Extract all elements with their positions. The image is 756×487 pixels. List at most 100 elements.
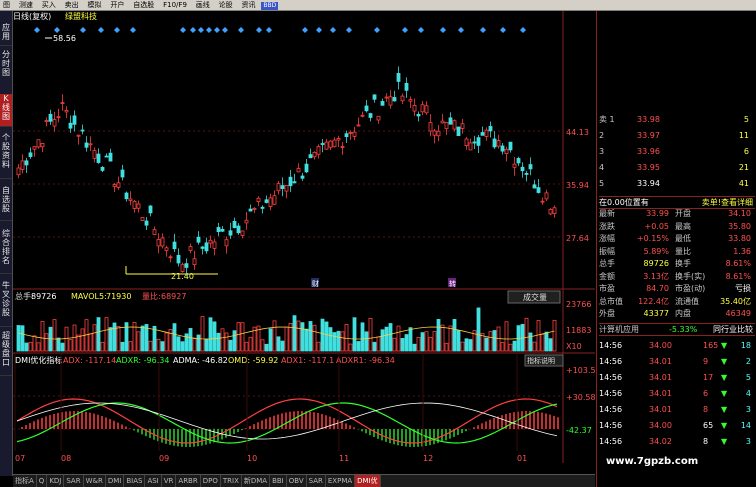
sidebar-item-stock-info[interactable]: 个股资料 (0, 133, 12, 179)
indicator-tab[interactable]: 新DMA (242, 475, 271, 487)
indicator-adx: ADX: -117.14 (63, 356, 116, 365)
volume-bar (212, 321, 217, 352)
candle-body (108, 152, 113, 162)
candle-body (44, 120, 49, 123)
indicator-tab[interactable]: OBV (287, 475, 307, 487)
sidebar-item-intraday[interactable]: 分时图 (0, 50, 12, 95)
indicator-tab[interactable]: DPO (201, 475, 221, 487)
volume-bar (140, 325, 145, 352)
ask-row: 4 33.95 21 (599, 162, 755, 173)
volume-bar (544, 331, 549, 352)
toolbar-item[interactable]: 资讯 (239, 0, 259, 10)
indicator-adx1: ADX1: -117.1 (281, 356, 334, 365)
sidebar-item-orderbook[interactable]: 超级盘口 (0, 331, 12, 376)
field-label: 最高 (675, 221, 691, 231)
candle-body (352, 131, 357, 137)
volume-bar (308, 321, 313, 352)
volume-bar (320, 318, 325, 352)
toolbar-item[interactable]: 论股 (216, 0, 236, 10)
indicator-tab[interactable]: VR (162, 475, 177, 487)
indicator-bar (73, 411, 75, 429)
indicator-bar (537, 411, 539, 429)
indicator-tab[interactable]: EXPMA (326, 475, 356, 487)
toolbar-item[interactable]: 买入 (39, 0, 59, 10)
field-value: 33.99 (646, 209, 669, 218)
volume-bar (468, 339, 473, 352)
indicator-tab[interactable]: Q (37, 475, 48, 487)
volume-bar (412, 343, 417, 352)
order-detail-link[interactable]: 卖单!查看详细 (702, 197, 753, 208)
candle-body (16, 167, 21, 176)
volume-bar (388, 323, 393, 352)
trade-tick-row: 14:56 34.02 8 ▼ 3 (599, 436, 755, 447)
volume-bar (24, 342, 29, 352)
indicator-tab[interactable]: SAR (64, 475, 84, 487)
candle-body (112, 184, 117, 187)
candle-body (88, 143, 93, 146)
toolbar-item[interactable]: F10/F9 (160, 0, 190, 10)
candle-body (116, 182, 121, 188)
indicator-tab[interactable]: ARBR (176, 475, 201, 487)
indicator-tab[interactable]: DMI优 (355, 475, 381, 487)
candle-body (84, 142, 89, 148)
kline-chart-area[interactable]: 日线(复权) 绿盟科技 58.56 21.40 财 转 44.13 35.94 … (13, 11, 596, 463)
toolbar-item[interactable]: 自选股 (130, 0, 157, 10)
indicator-bar (197, 429, 199, 447)
volume-bar (484, 337, 489, 352)
indicator-tab[interactable]: 指标A (13, 475, 37, 487)
indicator-bar (121, 424, 123, 429)
candle-body (164, 247, 169, 251)
vol-ratio-value: 68927 (161, 292, 186, 301)
volume-bar (548, 338, 553, 352)
tick-price: 34.01 (649, 373, 672, 382)
x-axis-label: 01 (517, 454, 527, 463)
indicator-tab[interactable]: DMI (106, 475, 125, 487)
candle-body (340, 146, 345, 148)
toolbar-item[interactable]: 画线 (193, 0, 213, 10)
sidebar-item-watchlist[interactable]: 自选股 (0, 186, 12, 221)
volume-bar (512, 340, 517, 352)
candle-body (172, 241, 177, 250)
candle-body (552, 207, 557, 214)
indicator-tab[interactable]: BIAS (124, 475, 146, 487)
indicator-tab[interactable]: ASI (145, 475, 162, 487)
sidebar-item-kline[interactable]: K线图 (0, 94, 12, 127)
sector-name[interactable]: 计算机应用 (599, 325, 639, 334)
indicator-tab[interactable]: KDJ (47, 475, 65, 487)
quote-field-row: 最新 33.99 开盘 34.10 (599, 208, 755, 219)
candle-body (276, 183, 281, 192)
price-tick: 35.94 (566, 181, 589, 190)
candle-body (344, 133, 349, 138)
indicator-bar (85, 411, 87, 429)
toolbar-item[interactable]: 开户 (107, 0, 127, 10)
toolbar-item[interactable]: 模拟 (85, 0, 105, 10)
candle-body (364, 105, 369, 112)
sidebar-item-diagnosis[interactable]: 牛叉诊股 (0, 281, 12, 327)
toolbar-item[interactable]: 测速 (16, 0, 36, 10)
volume-bar (116, 326, 121, 352)
volume-bar (372, 341, 377, 352)
indicator-tab[interactable]: SAR (307, 475, 326, 487)
field-value: 89726 (643, 259, 669, 268)
indicator-tab[interactable]: W&R (84, 475, 106, 487)
candle-body (60, 102, 65, 104)
field-label: 涨幅 (599, 234, 615, 243)
ind-tick: +103.5 (566, 366, 595, 375)
toolbar-item[interactable]: 卖出 (62, 0, 82, 10)
indicator-tab[interactable]: BBI (270, 475, 287, 487)
candle-body (440, 120, 445, 124)
quote-field-row: 外盘 43377 内盘 46349 (599, 308, 755, 319)
ask-level: 5 (599, 179, 605, 188)
sidebar-item-app[interactable]: 应用 (0, 23, 12, 46)
indicator-bar (37, 419, 39, 429)
sidebar-item-ranking[interactable]: 综合排名 (0, 229, 12, 274)
indicator-bar (409, 429, 411, 447)
bbd-badge[interactable]: BBD (261, 2, 279, 10)
candle-body (380, 101, 385, 106)
volume-bar (268, 328, 273, 352)
sector-compare-link[interactable]: 同行业比较 (713, 324, 753, 335)
x-axis-label: 09 (159, 454, 169, 463)
trade-tick-row: 14:56 34.01 17 ▼ 5 (599, 372, 755, 383)
toolbar-item[interactable]: 图 (0, 0, 13, 10)
indicator-tab[interactable]: TRIX (221, 475, 242, 487)
